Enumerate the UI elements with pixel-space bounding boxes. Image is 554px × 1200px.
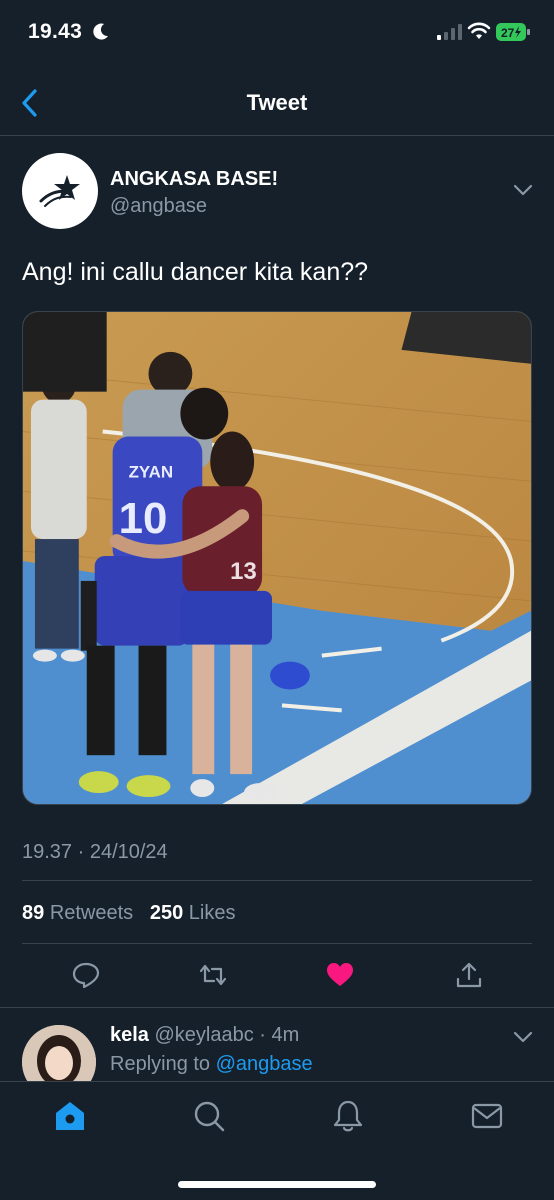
moon-icon: [93, 23, 108, 40]
svg-text:ZYAN: ZYAN: [129, 462, 174, 481]
home-icon[interactable]: [53, 1099, 87, 1133]
cellular-signal-icon: [437, 24, 462, 40]
like-count-link[interactable]: 250 Likes: [150, 902, 236, 924]
divider: [22, 880, 532, 881]
home-indicator: [178, 1181, 376, 1188]
like-heart-icon[interactable]: [325, 960, 355, 990]
retweet-count-link[interactable]: 89 Retweets: [22, 902, 133, 924]
tweet-text: Ang! ini callu dancer kita kan??: [22, 258, 369, 286]
wifi-icon: [467, 22, 491, 39]
author-handle[interactable]: @angbase: [110, 195, 207, 218]
svg-text:10: 10: [119, 494, 168, 543]
bottom-tab-bar: [0, 1081, 554, 1200]
status-bar: 19.43 27: [0, 0, 554, 66]
retweet-icon[interactable]: [198, 960, 228, 990]
reply-author-handle-time: @keylaabc · 4m: [154, 1024, 300, 1046]
author-avatar[interactable]: [22, 153, 98, 229]
tweet-timestamp: 19.37 · 24/10/24: [22, 841, 168, 863]
notifications-bell-icon[interactable]: [331, 1099, 365, 1133]
share-icon[interactable]: [454, 960, 484, 990]
reply-author-name[interactable]: kela: [110, 1024, 149, 1046]
reply-avatar[interactable]: [22, 1025, 96, 1083]
replying-to-mention[interactable]: @angbase: [216, 1053, 313, 1075]
tweet-action-bar: [0, 945, 554, 1007]
reply-tweet[interactable]: kela @keylaabc · 4m Replying to @angbase: [0, 1008, 554, 1083]
chevron-down-icon[interactable]: [512, 1030, 534, 1044]
engagement-stats: 89 Retweets 250 Likes: [22, 902, 236, 925]
reply-icon[interactable]: [71, 960, 101, 990]
search-icon[interactable]: [192, 1099, 226, 1133]
replying-to-line: Replying to @angbase: [110, 1053, 313, 1075]
author-display-name[interactable]: ANGKASA BASE!: [110, 168, 278, 191]
battery-icon: 27: [496, 23, 530, 41]
divider: [22, 943, 532, 944]
tweet-media-image[interactable]: ZYAN 10 13: [22, 311, 532, 805]
page-title: Tweet: [246, 90, 308, 115]
chevron-down-icon[interactable]: [512, 183, 534, 197]
nav-bar: Tweet: [0, 66, 554, 136]
reply-header: kela @keylaabc · 4m: [110, 1024, 299, 1047]
messages-mail-icon[interactable]: [470, 1099, 504, 1133]
svg-text:13: 13: [230, 558, 257, 585]
svg-text:27: 27: [501, 26, 515, 40]
star-logo-icon: [39, 175, 80, 207]
status-time: 19.43: [28, 20, 83, 43]
